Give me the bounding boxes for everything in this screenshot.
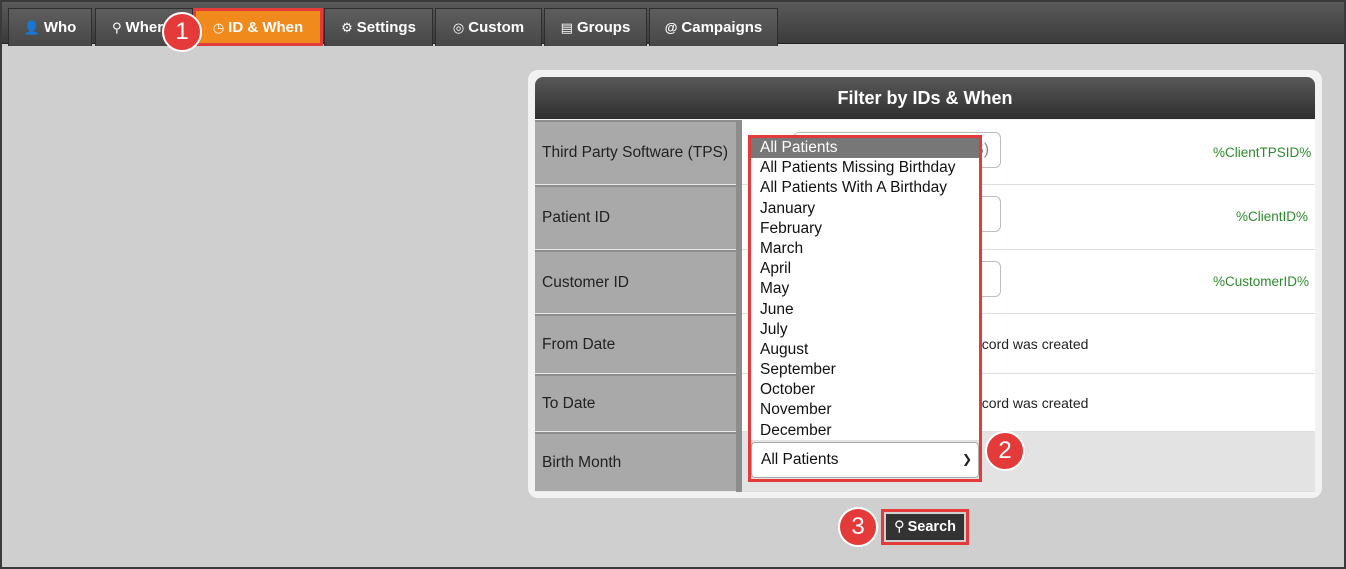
dropdown-option[interactable]: September [751, 360, 979, 380]
dropdown-option[interactable]: All Patients With A Birthday [751, 178, 979, 198]
dropdown-option[interactable]: October [751, 380, 979, 400]
row-label: Birth Month [535, 432, 736, 492]
patient-id-token: %ClientID% [1236, 209, 1309, 224]
tab-label: Who [43, 19, 77, 36]
dropdown-option[interactable]: December [751, 421, 979, 441]
tab-label: Campaigns [681, 19, 763, 36]
dropdown-option[interactable]: January [751, 199, 979, 219]
select-value: All Patients [761, 451, 839, 468]
tab-settings[interactable]: ⚙ Settings [324, 8, 433, 46]
dropdown-option[interactable]: May [751, 279, 979, 299]
search-button[interactable]: ⚲ Search [886, 514, 964, 540]
user-icon: 👤 [23, 19, 40, 35]
at-icon: @ [664, 20, 678, 35]
birth-month-dropdown-list: All Patients All Patients Missing Birthd… [748, 135, 982, 440]
map-pin-icon: ⚲ [112, 19, 122, 35]
tps-token: %ClientTPSID% [1213, 145, 1312, 160]
birth-month-select-wrapper: All Patients ❯ [748, 440, 982, 482]
row-label: Customer ID [535, 250, 736, 314]
dropdown-option[interactable]: March [751, 239, 979, 259]
tab-campaigns[interactable]: @ Campaigns [649, 8, 778, 46]
dropdown-option[interactable]: All Patients Missing Birthday [751, 158, 979, 178]
search-label: Search [907, 519, 956, 535]
to-date-note: ecord was created [974, 395, 1089, 411]
clock-icon: ◷ [212, 19, 225, 35]
groups-icon: ▤ [560, 19, 573, 35]
from-date-note: ecord was created [974, 336, 1089, 352]
search-highlight: ⚲ Search [881, 509, 969, 545]
row-label: Patient ID [535, 185, 736, 250]
step-badge-1: 1 [162, 12, 202, 52]
row-label: From Date [535, 314, 736, 374]
tab-custom[interactable]: ◎ Custom [435, 8, 542, 46]
tab-who[interactable]: 👤 Who [8, 8, 92, 46]
dropdown-option[interactable]: February [751, 219, 979, 239]
tab-label: Groups [576, 19, 631, 36]
chevron-down-icon: ❯ [961, 452, 972, 466]
customer-id-token: %CustomerID% [1213, 274, 1310, 289]
row-label: To Date [535, 374, 736, 432]
step-badge-3: 3 [838, 507, 878, 547]
dropdown-option[interactable]: April [751, 259, 979, 279]
tab-id-when[interactable]: ◷ ID & When [193, 8, 323, 46]
dropdown-option[interactable]: July [751, 320, 979, 340]
birth-month-select[interactable]: All Patients ❯ [751, 442, 979, 478]
tab-groups[interactable]: ▤ Groups [544, 8, 647, 46]
dropdown-option[interactable]: June [751, 300, 979, 320]
step-badge-2: 2 [985, 431, 1025, 471]
tab-label: ID & When [228, 19, 304, 36]
search-icon: ⚲ [894, 519, 905, 535]
tab-bar: 👤 Who ⚲ Where ◷ ID & When ⚙ Settings ◎ C… [2, 2, 1344, 46]
row-label: Third Party Software (TPS) [535, 120, 736, 185]
tab-label: Custom [468, 19, 525, 36]
dropdown-option[interactable]: All Patients [751, 138, 979, 159]
dropdown-option[interactable]: November [751, 400, 979, 420]
tab-label: Settings [356, 19, 416, 36]
panel-title: Filter by IDs & When [535, 77, 1315, 119]
dropdown-option[interactable]: August [751, 340, 979, 360]
gear-icon: ⚙ [341, 19, 353, 35]
target-icon: ◎ [452, 19, 465, 35]
